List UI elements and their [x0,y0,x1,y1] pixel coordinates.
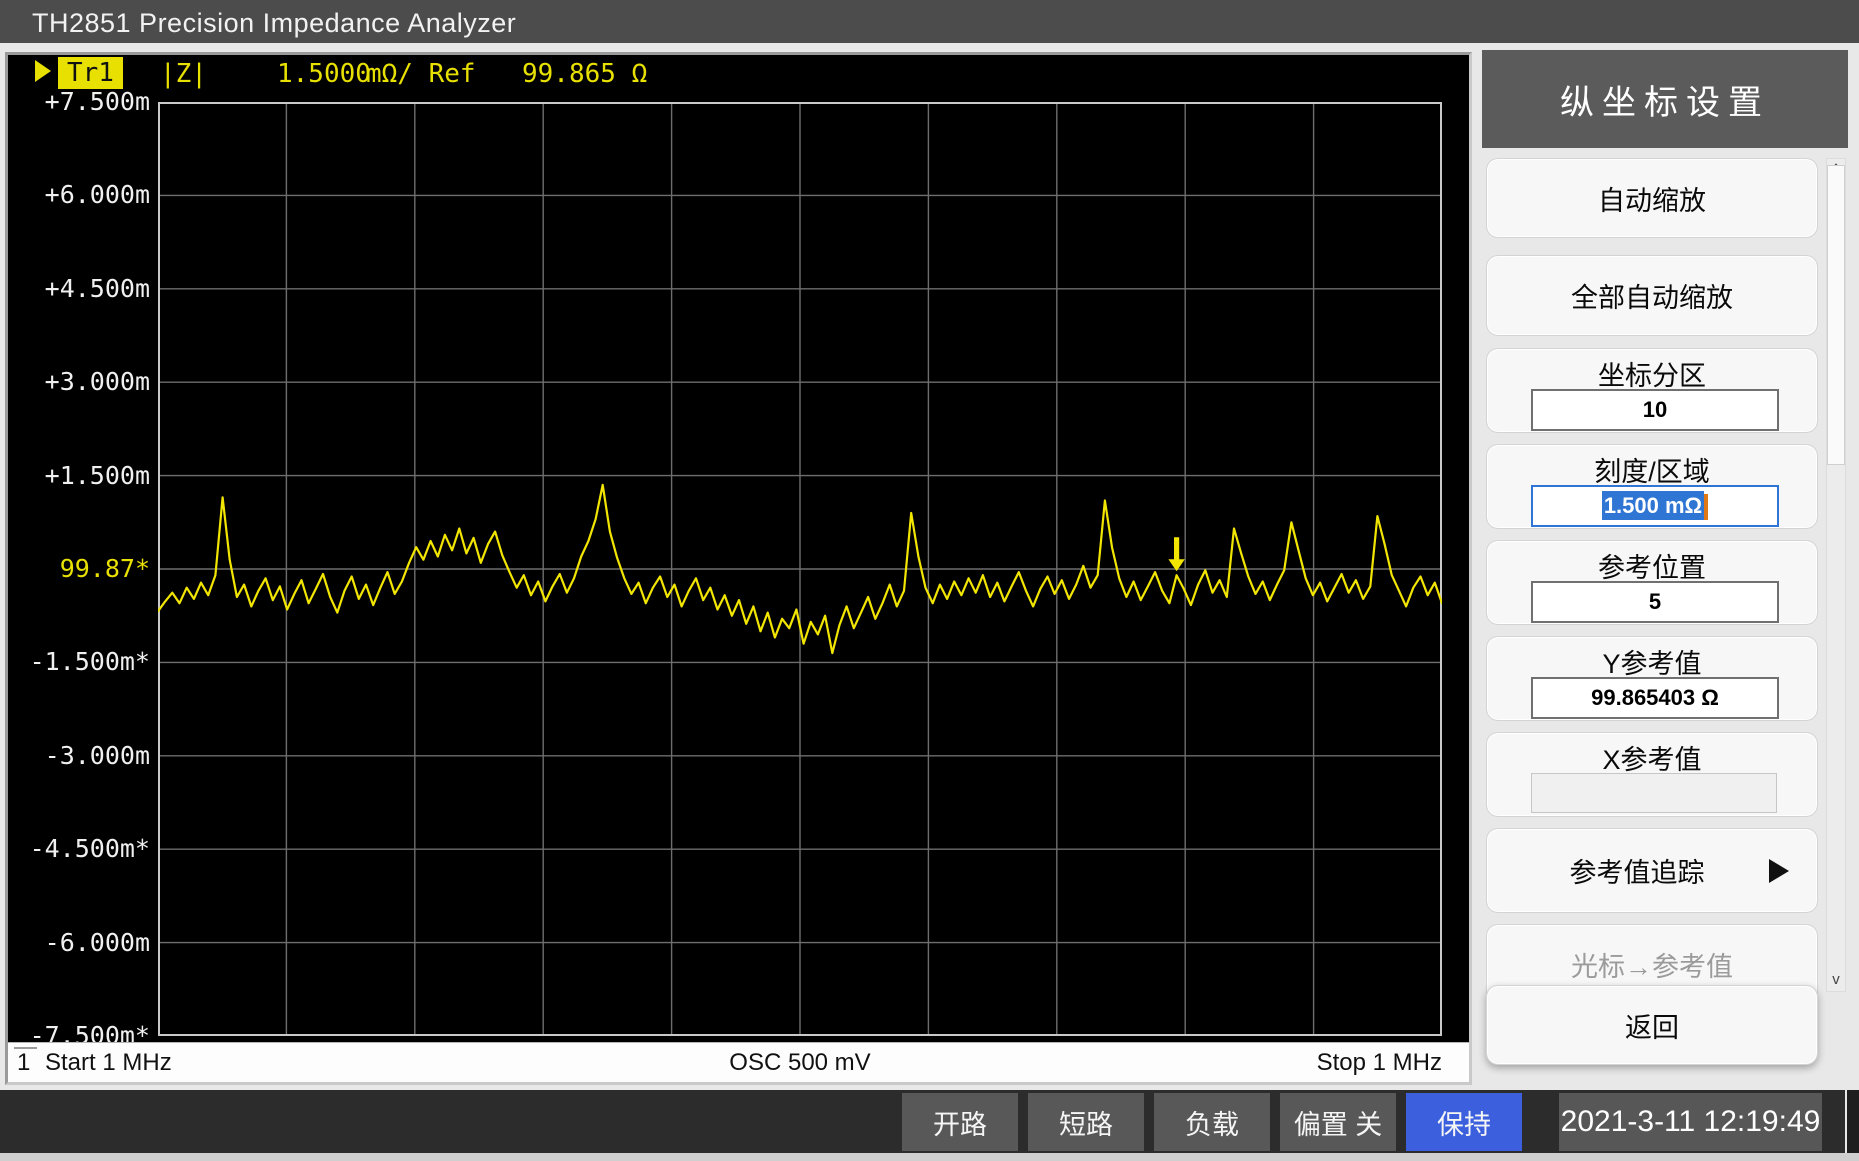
impedance-trace-chart [158,102,1442,1036]
x-ref-field: X参考值 [1486,732,1818,817]
sidebar-scrollbar[interactable]: ^ v [1826,158,1846,992]
ref-position-input[interactable]: 5 [1531,581,1779,623]
divisions-input[interactable]: 10 [1531,389,1779,431]
screen-right-edge [1845,1090,1859,1154]
y-axis-tick-label: +3.000m [10,367,150,397]
title-bar: TH2851 Precision Impedance Analyzer [0,0,1859,43]
ref-track-label: 参考值追踪 [1487,851,1817,890]
y-ref-field: Y参考值 99.865403 Ω [1486,636,1818,721]
hold-button[interactable]: 保持 [1406,1093,1522,1151]
y-axis-tick-label: -4.500m* [10,834,150,864]
autoscale-all-button[interactable]: 全部自动缩放 [1486,255,1818,336]
scale-per-div-field: 刻度/区域 1.500 mΩ [1486,444,1818,529]
x-axis-strip: 1 Start 1 MHz OSC 500 mV Stop 1 MHz [8,1042,1469,1082]
scale-per-div-value: 1.500 mΩ [1602,491,1704,520]
load-correction-button[interactable]: 负载 [1154,1093,1270,1151]
y-axis-tick-label: -3.000m [10,741,150,771]
open-correction-button[interactable]: 开路 [902,1093,1018,1151]
y-axis-tick-label: +4.500m [10,274,150,304]
text-caret [1704,494,1708,520]
trace-reference-value: 99.865 Ω [522,59,647,89]
autoscale-button[interactable]: 自动缩放 [1486,158,1818,238]
active-trace-arrow-icon [35,60,51,82]
autoscale-label: 自动缩放 [1487,179,1817,218]
marker-to-ref-label: 光标→参考值 [1487,945,1817,984]
measurement-plot-panel: Tr1 |Z| 1.5000 mΩ/ Ref 99.865 Ω +7.500m +… [5,52,1472,1085]
status-bar: 开路 短路 负载 偏置 关 保持 2021-3-11 12:19:49 [0,1090,1859,1161]
scroll-down-icon[interactable]: v [1827,969,1845,991]
autoscale-all-label: 全部自动缩放 [1487,276,1817,315]
bias-status-button[interactable]: 偏置 关 [1280,1093,1396,1151]
scrollbar-thumb[interactable] [1827,165,1845,465]
divisions-field: 坐标分区 10 [1486,348,1818,433]
ref-track-button[interactable]: 参考值追踪 [1486,828,1818,913]
y-axis-tick-label: 99.87* [10,554,150,584]
y-axis-tick-label: +6.000m [10,180,150,210]
x-ref-label: X参考值 [1487,738,1817,777]
back-button[interactable]: 返回 [1486,985,1818,1065]
sweep-stop-label: Stop 1 MHz [1317,1049,1442,1076]
trace-status-line: Tr1 |Z| 1.5000 mΩ/ Ref 99.865 Ω [8,59,1469,89]
submenu-arrow-icon [1769,859,1789,883]
trace-scale-unit: mΩ/ Ref [366,59,476,89]
instrument-screen: { "window": { "title": "TH2851 Precision… [0,0,1859,1161]
y-axis-tick-label: -1.500m* [10,647,150,677]
trace-badge[interactable]: Tr1 [58,57,123,89]
ref-position-field: 参考位置 5 [1486,540,1818,625]
channel-indicator: 1 [14,1047,37,1077]
ref-position-label: 参考位置 [1487,546,1817,585]
datetime-display: 2021-3-11 12:19:49 [1559,1093,1822,1151]
y-axis-tick-label: -6.000m [10,928,150,958]
scale-per-div-input[interactable]: 1.500 mΩ [1531,485,1779,527]
sidebar-header: 纵坐标设置 [1482,50,1848,148]
trace-scale-value: 1.5000 [277,59,371,89]
window-title: TH2851 Precision Impedance Analyzer [32,8,516,39]
y-axis-tick-label: +1.500m [10,461,150,491]
x-ref-input[interactable] [1531,773,1777,813]
trace-marker-icon [1168,537,1184,571]
chart-grid-area [158,102,1442,1036]
scale-per-div-label: 刻度/区域 [1487,450,1817,489]
sweep-start-label: Start 1 MHz [45,1049,172,1077]
short-correction-button[interactable]: 短路 [1028,1093,1144,1151]
y-ref-label: Y参考值 [1487,642,1817,681]
back-label: 返回 [1487,1006,1817,1045]
trace-parameter: |Z| [160,59,207,89]
divisions-label: 坐标分区 [1487,354,1817,393]
y-ref-input[interactable]: 99.865403 Ω [1531,677,1779,719]
statusbar-bottom-edge [0,1153,1859,1161]
y-axis-tick-label: +7.500m [10,87,150,117]
